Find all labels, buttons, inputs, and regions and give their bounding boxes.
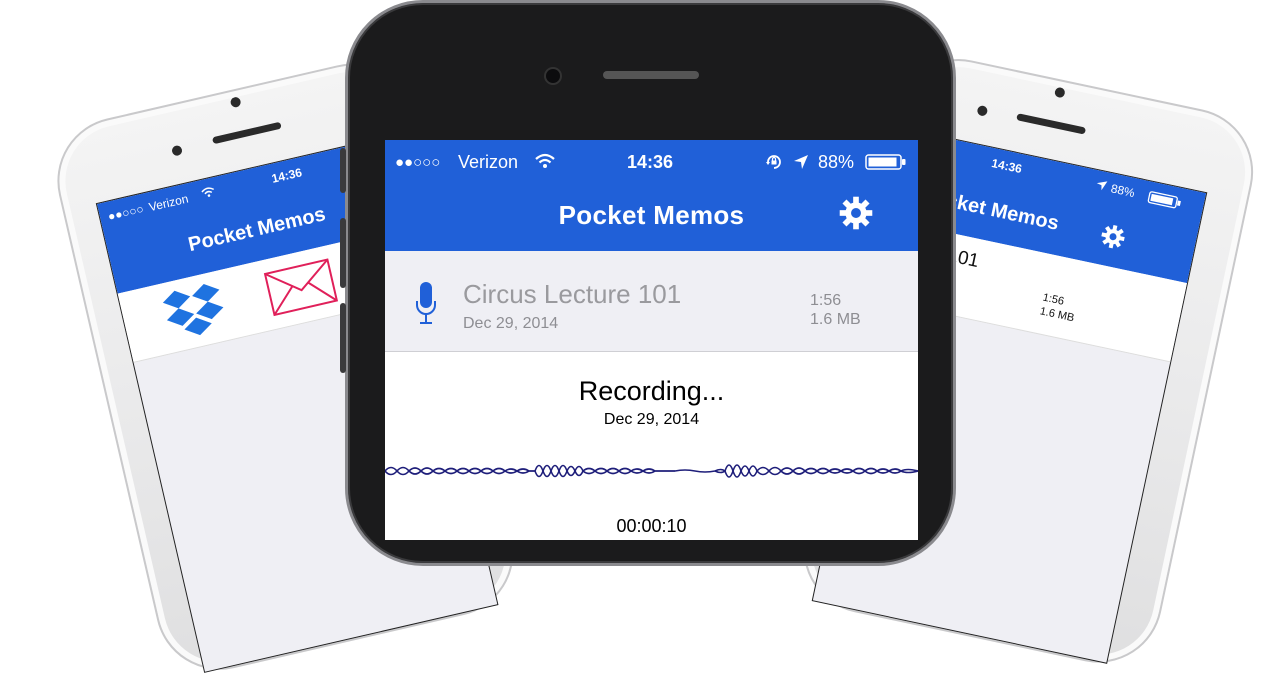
front-camera (171, 144, 184, 157)
battery-icon (865, 154, 907, 175)
right-gear-icon[interactable] (1098, 222, 1128, 255)
front-sensor (1053, 86, 1066, 99)
left-time: 14:36 (270, 165, 304, 186)
recording-elapsed: 00:00:10 (616, 516, 687, 536)
right-battery-percent: 88% (1109, 181, 1137, 201)
left-carrier: Verizon (147, 191, 190, 215)
signal-strength: ●●○○○ (395, 154, 441, 171)
settings-gear-icon[interactable] (839, 196, 873, 230)
left-signal: ●●○○○ (106, 201, 146, 224)
carrier-name: Verizon (458, 152, 519, 172)
recording-status: Recording... (578, 376, 725, 406)
earpiece-speaker (211, 121, 282, 145)
recording-panel: Recording... Dec 29, 2014 00:00:10 (385, 352, 918, 540)
memo-date: Dec 29, 2014 (463, 315, 559, 332)
microphone-icon (415, 281, 437, 334)
audio-waveform (385, 464, 918, 478)
memo-title: Circus Lecture 101 (463, 279, 682, 309)
memo-list-item[interactable]: Circus Lecture 101 Dec 29, 2014 1:56 1.6… (385, 251, 918, 352)
mail-icon[interactable] (263, 257, 341, 322)
location-icon (793, 154, 809, 175)
front-sensor (229, 96, 242, 109)
app-header: ●●○○○ Verizon 14:36 88% Pocket Memos (385, 140, 918, 251)
earpiece-speaker (603, 71, 699, 79)
main-screen: ●●○○○ Verizon 14:36 88% Pocket Memos Cir… (385, 140, 918, 540)
memo-size: 1.6 MB (810, 311, 861, 328)
right-battery-icon (1146, 190, 1183, 213)
right-memo-size: 1.6 MB (1038, 305, 1076, 325)
front-camera (976, 104, 989, 117)
left-wifi-icon (200, 185, 217, 202)
earpiece-speaker (1016, 113, 1087, 135)
front-camera (546, 69, 560, 83)
mute-switch (340, 148, 346, 193)
right-time: 14:36 (990, 156, 1024, 177)
orientation-lock-icon (765, 153, 783, 176)
memo-duration: 1:56 (810, 292, 842, 309)
recording-date: Dec 29, 2014 (603, 411, 700, 428)
volume-down-button (340, 303, 346, 373)
main-phone: ●●○○○ Verizon 14:36 88% Pocket Memos Cir… (340, 0, 956, 566)
wifi-icon (535, 153, 555, 174)
dropbox-icon[interactable] (158, 278, 232, 349)
right-location-icon (1094, 178, 1109, 195)
battery-percent: 88% (818, 152, 855, 172)
volume-up-button (340, 218, 346, 288)
status-time: 14:36 (627, 152, 674, 172)
